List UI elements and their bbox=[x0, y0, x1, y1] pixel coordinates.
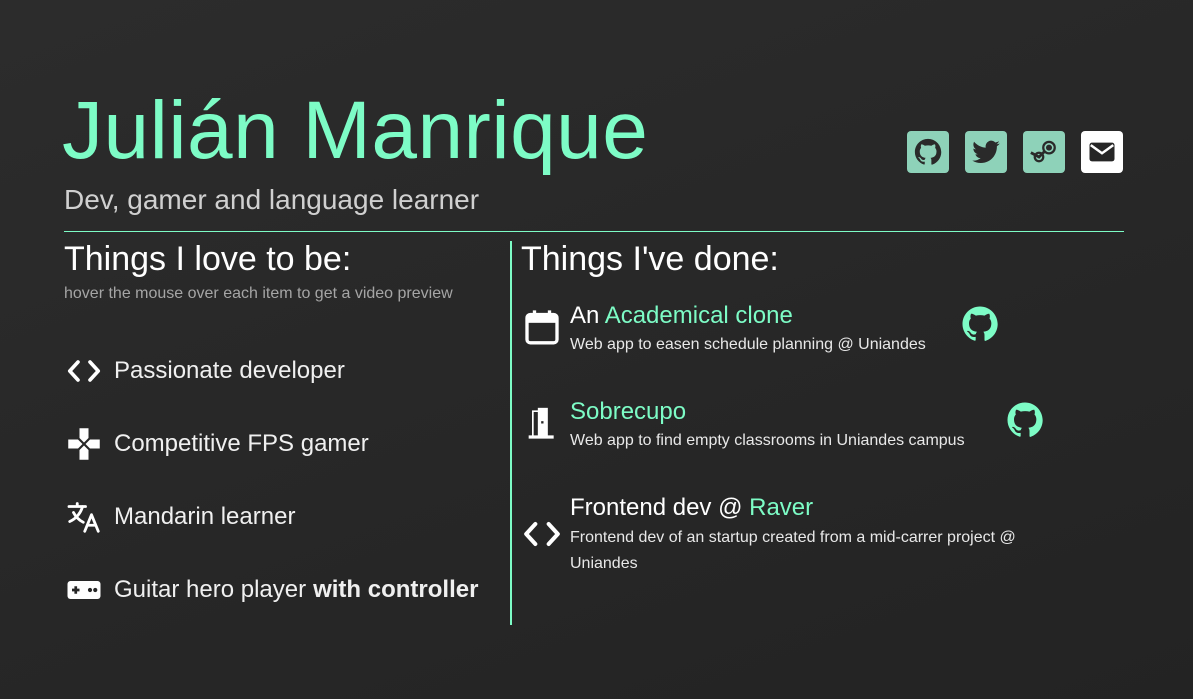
video-preview-hint: hover the mouse over each item to get a … bbox=[64, 285, 453, 302]
project-title-prefix: An bbox=[570, 302, 605, 329]
door-icon bbox=[522, 402, 562, 442]
project-title: Frontend dev @ Raver bbox=[570, 494, 813, 522]
code-icon bbox=[522, 514, 562, 554]
email-link[interactable] bbox=[1081, 131, 1123, 173]
love-item-label: Guitar hero player bbox=[114, 576, 307, 603]
love-item-developer[interactable]: Passionate developer bbox=[66, 352, 345, 390]
github-icon[interactable] bbox=[1005, 400, 1045, 440]
column-divider bbox=[510, 241, 512, 625]
love-item-label: Passionate developer bbox=[114, 357, 345, 384]
love-item-mandarin[interactable]: Mandarin learner bbox=[66, 498, 295, 536]
translate-icon bbox=[66, 498, 104, 536]
sobrecupo-link[interactable]: Sobrecupo bbox=[570, 398, 686, 425]
page-title: Julián Manrique bbox=[62, 85, 649, 176]
project-description: Web app to find empty classrooms in Unia… bbox=[570, 432, 965, 449]
github-icon bbox=[914, 138, 942, 165]
project-description: Frontend dev of an startup created from … bbox=[570, 529, 1016, 572]
steam-icon bbox=[1030, 140, 1056, 163]
project-description: Web app to easen schedule planning @ Uni… bbox=[570, 336, 926, 353]
header-divider bbox=[64, 231, 1124, 232]
code-icon bbox=[66, 352, 104, 390]
twitter-link[interactable] bbox=[965, 131, 1007, 173]
love-section-title: Things I love to be: bbox=[64, 240, 352, 278]
controller-icon bbox=[66, 571, 104, 609]
social-links bbox=[907, 131, 1123, 173]
love-item-label: Competitive FPS gamer bbox=[114, 430, 369, 457]
github-link[interactable] bbox=[907, 131, 949, 173]
project-title: An Academical clone bbox=[570, 302, 793, 330]
gamepad-icon bbox=[66, 425, 104, 463]
academical-link[interactable]: Academical clone bbox=[605, 302, 793, 329]
done-section-title: Things I've done: bbox=[521, 240, 779, 278]
love-item-fps-gamer[interactable]: Competitive FPS gamer bbox=[66, 425, 369, 463]
mail-icon bbox=[1089, 142, 1115, 162]
project-title: Sobrecupo bbox=[570, 398, 686, 426]
raver-link[interactable]: Raver bbox=[749, 494, 813, 521]
calendar-icon bbox=[522, 307, 562, 347]
love-item-guitar-hero[interactable]: Guitar hero player with controller bbox=[66, 571, 478, 609]
love-item-emphasis: with controller bbox=[313, 576, 479, 603]
love-item-label: Mandarin learner bbox=[114, 503, 296, 530]
tagline: Dev, gamer and language learner bbox=[64, 184, 480, 215]
github-icon[interactable] bbox=[960, 304, 1000, 344]
project-title-prefix: Frontend dev @ bbox=[570, 494, 750, 521]
twitter-icon bbox=[972, 140, 1000, 163]
steam-link[interactable] bbox=[1023, 131, 1065, 173]
